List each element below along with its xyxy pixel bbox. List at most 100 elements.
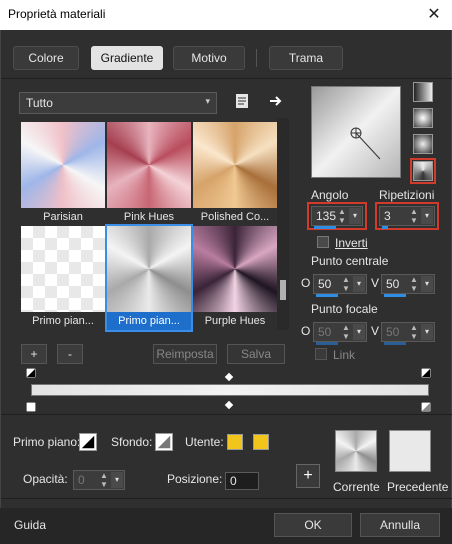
- user-color-swatch[interactable]: [227, 434, 243, 450]
- chevron-down-icon[interactable]: ▾: [421, 276, 433, 292]
- stop-top-left-icon[interactable]: [26, 368, 36, 378]
- gradient-grid: Parisian Pink Hues Polished Co... Primo …: [17, 118, 277, 332]
- center-y-label: V: [371, 276, 380, 290]
- stop-top-right-icon[interactable]: [421, 368, 431, 378]
- spin-arrows-icon[interactable]: ▲ ▼: [408, 275, 420, 293]
- center-y-value: 50: [386, 277, 400, 291]
- angle-spinner[interactable]: 135 ▲ ▼ ▾: [311, 206, 363, 229]
- chevron-down-icon[interactable]: ▾: [353, 276, 365, 292]
- focal-y-label: V: [371, 324, 380, 338]
- tab-trama[interactable]: Trama: [269, 46, 343, 70]
- chevron-down-icon[interactable]: ▾: [353, 324, 365, 340]
- linear-style-button[interactable]: [413, 82, 433, 102]
- focal-x-spinner[interactable]: 50 ▲ ▼ ▾: [313, 322, 367, 345]
- foreground-stop-icon[interactable]: [79, 433, 97, 451]
- spin-arrows-icon[interactable]: ▲ ▼: [408, 323, 420, 341]
- gradient-label: Primo pian...: [107, 312, 191, 330]
- user-color-swatch-2[interactable]: [253, 434, 269, 450]
- previous-material-swatch[interactable]: [389, 430, 431, 472]
- footer: Guida OK Annulla: [0, 508, 452, 544]
- center-y-spinner[interactable]: 50 ▲ ▼ ▾: [381, 274, 435, 297]
- current-material-swatch[interactable]: [335, 430, 377, 472]
- gradient-label: Pink Hues: [123, 211, 175, 223]
- focal-x-value: 50: [318, 325, 332, 339]
- center-point-label: Punto centrale: [311, 254, 389, 268]
- angle-label: Angolo: [311, 188, 349, 202]
- scrollbar-thumb[interactable]: [280, 280, 286, 300]
- gradient-list-scrollbar[interactable]: [277, 118, 289, 330]
- materials-dialog: Colore Gradiente Motivo Trama Tutto ▾ Pa…: [0, 30, 452, 544]
- transparency-midpoint-icon[interactable]: [224, 372, 234, 382]
- add-swatch-button[interactable]: +: [296, 464, 320, 488]
- invert-label: Inverti: [335, 236, 368, 250]
- remove-gradient-button[interactable]: -: [57, 344, 83, 364]
- gradient-preview[interactable]: [311, 86, 401, 178]
- tab-motivo[interactable]: Motivo: [173, 46, 245, 70]
- center-x-slider[interactable]: [316, 294, 338, 297]
- spin-arrows-icon[interactable]: ▲ ▼: [336, 207, 348, 225]
- gradient-tile[interactable]: Purple Hues: [193, 226, 277, 330]
- add-gradient-button[interactable]: +: [21, 344, 47, 364]
- chevron-down-icon[interactable]: ▾: [349, 208, 361, 224]
- ok-button[interactable]: OK: [274, 513, 352, 537]
- center-y-slider[interactable]: [384, 294, 406, 297]
- tab-colore[interactable]: Colore: [13, 46, 79, 70]
- gradient-label: Purple Hues: [204, 315, 266, 327]
- chevron-down-icon[interactable]: ▾: [421, 324, 433, 340]
- stop-bottom-right-icon[interactable]: [421, 402, 431, 412]
- repeats-label: Ripetizioni: [379, 188, 435, 202]
- repeats-spinner[interactable]: 3 ▲ ▼ ▾: [379, 206, 435, 229]
- spin-arrows-icon[interactable]: ▲ ▼: [340, 275, 352, 293]
- gradient-swatch: [107, 122, 191, 208]
- opacity-spinner[interactable]: 0 ▲ ▼ ▾: [73, 470, 125, 490]
- arrow-right-icon[interactable]: [267, 92, 285, 110]
- gradient-bar[interactable]: [31, 384, 429, 396]
- gradient-tile[interactable]: Polished Co...: [193, 122, 277, 226]
- focal-y-slider[interactable]: [384, 342, 406, 345]
- background-stop-icon[interactable]: [155, 433, 173, 451]
- angle-slider[interactable]: [314, 226, 336, 229]
- center-x-spinner[interactable]: 50 ▲ ▼ ▾: [313, 274, 367, 297]
- document-icon[interactable]: [233, 92, 251, 110]
- angle-handle-icon: [350, 127, 381, 160]
- background-label: Sfondo:: [111, 435, 153, 449]
- gradient-tile[interactable]: Primo pian...: [21, 226, 105, 330]
- reset-button[interactable]: Reimposta: [153, 344, 217, 364]
- repeats-value: 3: [384, 209, 391, 223]
- invert-checkbox[interactable]: [317, 236, 329, 248]
- radial-style-button[interactable]: [413, 134, 433, 154]
- save-button[interactable]: Salva: [227, 344, 285, 364]
- user-label: Utente:: [185, 435, 224, 449]
- divider: [1, 498, 452, 499]
- cancel-button[interactable]: Annulla: [360, 513, 440, 537]
- spin-arrows-icon[interactable]: ▲ ▼: [408, 207, 420, 225]
- link-checkbox[interactable]: [315, 348, 327, 360]
- title-bar: Proprietà materiali ✕: [0, 0, 452, 30]
- gradient-tile[interactable]: Primo pian...: [105, 224, 193, 332]
- tab-gradiente[interactable]: Gradiente: [91, 46, 163, 70]
- focal-point-label: Punto focale: [311, 302, 378, 316]
- opacity-label: Opacità:: [23, 472, 68, 486]
- help-link[interactable]: Guida: [14, 518, 46, 532]
- focal-x-slider[interactable]: [316, 342, 338, 345]
- rectangular-style-button[interactable]: [413, 108, 433, 128]
- focal-y-value: 50: [386, 325, 400, 339]
- spin-arrows-icon[interactable]: ▲ ▼: [340, 323, 352, 341]
- gradient-swatch: [21, 226, 105, 312]
- chevron-down-icon[interactable]: ▾: [421, 208, 433, 224]
- position-input[interactable]: 0: [225, 472, 259, 490]
- gradient-swatch: [193, 226, 277, 312]
- spin-arrows-icon[interactable]: ▲ ▼: [98, 471, 110, 489]
- category-value: Tutto: [26, 96, 53, 110]
- focal-y-spinner[interactable]: 50 ▲ ▼ ▾: [381, 322, 435, 345]
- close-icon[interactable]: ✕: [416, 0, 452, 30]
- gradient-tile[interactable]: Parisian: [21, 122, 105, 226]
- color-midpoint-icon[interactable]: [224, 400, 234, 410]
- category-dropdown[interactable]: Tutto ▾: [19, 92, 217, 114]
- divider: [1, 414, 452, 415]
- chevron-down-icon[interactable]: ▾: [111, 472, 123, 488]
- stop-bottom-left-icon[interactable]: [26, 402, 36, 412]
- gradient-tile[interactable]: Pink Hues: [107, 122, 191, 226]
- repeats-slider[interactable]: [382, 226, 388, 229]
- sunburst-style-button[interactable]: [410, 158, 436, 184]
